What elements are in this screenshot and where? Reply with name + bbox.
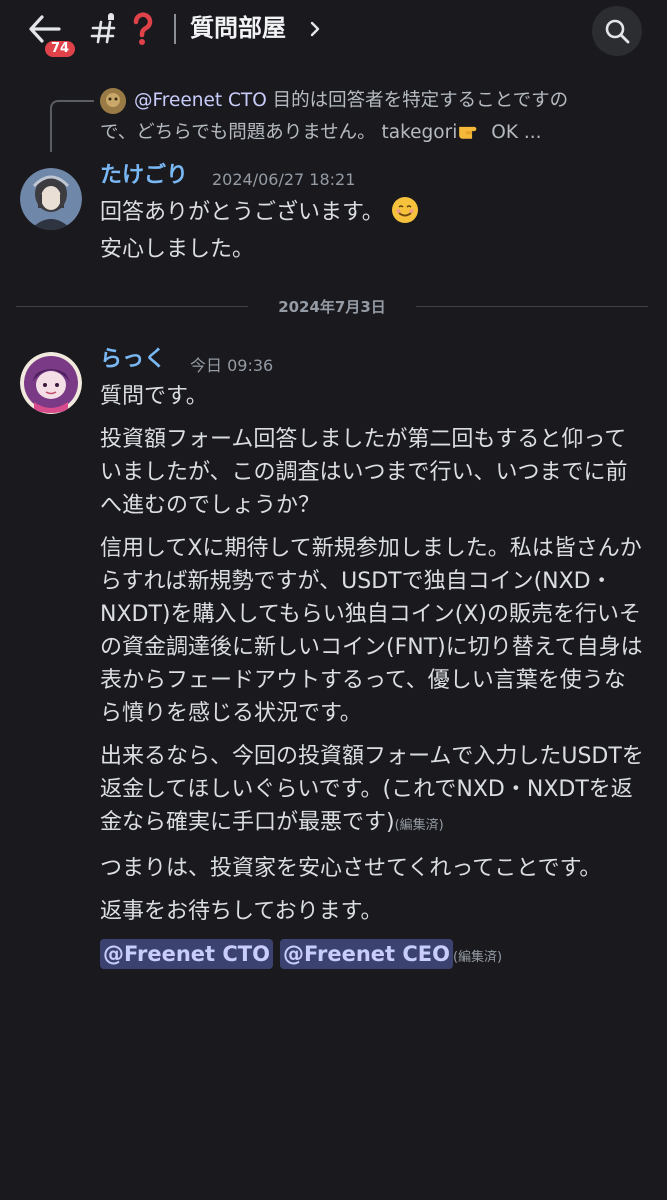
edited-label: (編集済) [394,818,444,833]
reply-text-line2-part2: OK ... [485,122,542,143]
date-separator: 2024年7月3日 [16,296,648,318]
reply-preview[interactable]: @Freenet CTO 目的は回答者を特定することですの で、どちらでも問題あ… [100,87,644,147]
message-paragraph: つまりは、投資家を安心させてくれってことです。 [100,856,602,881]
message-paragraph: 質問です。 [100,384,208,409]
avatar-rakku[interactable] [20,352,82,414]
separator-line-right [416,306,648,307]
header-divider [174,14,176,44]
message-paragraph: 信用してXに期待して新規参加しました。私は皆さんからすれば新規勢ですが、USDT… [100,536,643,726]
message-paragraph-edited: 出来るなら、今回の投資額フォームで入力したUSDTを返金してほしいぐらいです。(… [100,740,645,842]
message-line: 安心しました。 [100,237,255,262]
message-content: 質問です。 投資額フォーム回答しましたが第二回もすると仰っていましたが、この調査… [100,380,645,984]
message-line: 回答ありがとうございます。 [100,200,384,225]
channel-header: 74 質問部屋 [0,0,667,76]
unread-badge: 74 [42,38,79,60]
reply-text-line2: で、どちらでも問題ありません。 takegori OK ... [100,115,644,147]
channel-title[interactable]: 質問部屋 [190,12,286,44]
mentions-row: @Freenet CTO @Freenet CEO (編集済) [100,938,645,974]
pointing-hand-emoji [457,122,485,143]
question-mark-icon [132,12,154,46]
reply-text-line2-part1: で、どちらでも問題ありません。 takegori [100,122,458,143]
message-author[interactable]: らっく [100,346,166,374]
message-timestamp: 今日 09:36 [190,356,274,375]
message-paragraph: 返事をお待ちしております。 [100,899,383,924]
mention-freenet-cto[interactable]: @Freenet CTO [100,939,273,969]
date-separator-label: 2024年7月3日 [278,298,386,316]
chat-screen: 74 質問部屋 @Freenet CTO 目的は回答者を特定することですの で、… [0,0,667,1200]
reply-connector [50,100,94,152]
reply-mention: @Freenet CTO [134,90,267,111]
thread-channel-icon [90,12,120,46]
search-button[interactable] [592,6,642,56]
message-paragraph: 出来るなら、今回の投資額フォームで入力したUSDTを返金してほしいぐらいです。(… [100,744,644,835]
chevron-right-icon[interactable] [308,20,322,38]
reply-text-line1: 目的は回答者を特定することですの [266,90,569,111]
message-content: 回答ありがとうございます。 安心しました。 [100,196,645,266]
search-icon [605,19,630,44]
avatar-takegori[interactable] [20,168,82,230]
message-author[interactable]: たけごり [100,162,188,190]
message-paragraph: 投資額フォーム回答しましたが第二回もすると仰っていましたが、この調査はいつまで行… [100,427,628,518]
edited-label: (編集済) [452,950,503,965]
message-timestamp: 2024/06/27 18:21 [212,170,356,189]
mention-freenet-ceo[interactable]: @Freenet CEO [279,939,453,969]
smiling-face-emoji [391,197,419,225]
reply-author-avatar[interactable] [100,88,126,114]
